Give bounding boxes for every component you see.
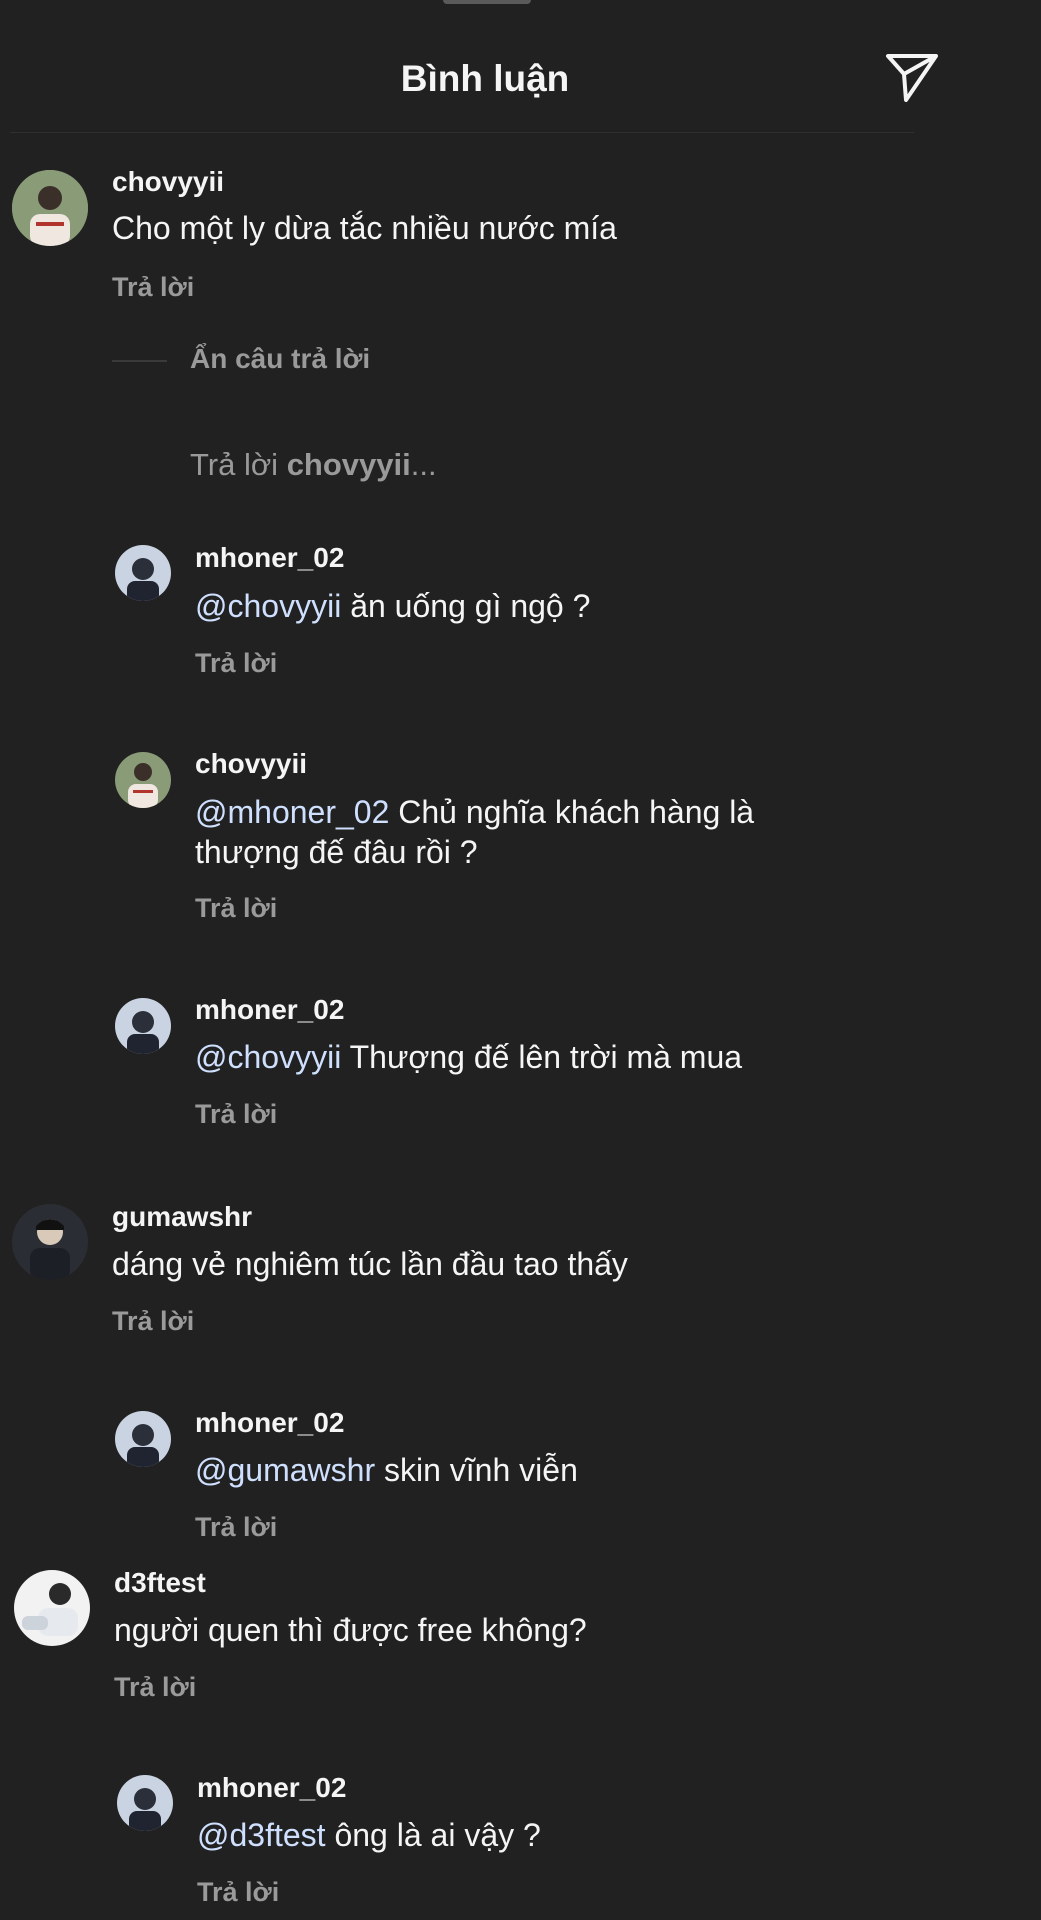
reply-button[interactable]: Trả lời xyxy=(195,648,277,679)
reply-compose-user: chovyyii xyxy=(286,447,411,482)
mention-link[interactable]: @d3ftest xyxy=(197,1817,326,1853)
comment-username[interactable]: mhoner_02 xyxy=(195,994,344,1026)
comment-body: Chủ nghĩa khách hàng là xyxy=(389,794,755,830)
comment-username[interactable]: mhoner_02 xyxy=(197,1772,346,1804)
comments-header: Bình luận xyxy=(0,0,1041,134)
comment-body: skin vĩnh viễn xyxy=(375,1452,578,1488)
comment-text: người quen thì được free không? xyxy=(114,1612,587,1648)
comment-body: ăn uống gì ngộ ? xyxy=(341,588,591,624)
hide-replies-line xyxy=(112,360,167,362)
comment-body: Thượng đế lên trời mà mua xyxy=(341,1039,743,1075)
comment-text: @chovyyii Thượng đế lên trời mà mua xyxy=(195,1037,742,1077)
comment-username[interactable]: mhoner_02 xyxy=(195,542,344,574)
reply-button[interactable]: Trả lời xyxy=(195,1099,277,1130)
reply-compose-prefix: Trả lời xyxy=(190,447,287,482)
comment-text: @d3ftest ông là ai vậy ? xyxy=(197,1815,541,1855)
comment-text-line-2: thượng đế đâu rồi ? xyxy=(195,834,478,870)
comment-text: @chovyyii ăn uống gì ngộ ? xyxy=(195,586,590,626)
comment-text: @mhoner_02 Chủ nghĩa khách hàng là xyxy=(195,792,754,832)
send-icon[interactable] xyxy=(884,52,940,104)
avatar[interactable] xyxy=(12,1204,88,1280)
avatar[interactable] xyxy=(14,1570,90,1646)
reply-button[interactable]: Trả lời xyxy=(112,1306,194,1337)
avatar[interactable] xyxy=(115,998,171,1054)
comment-username[interactable]: chovyyii xyxy=(112,166,224,198)
reply-compose-suffix: ... xyxy=(410,447,437,482)
comment-username[interactable]: gumawshr xyxy=(112,1201,252,1233)
comment-text: dáng vẻ nghiêm túc lần đầu tao thấy xyxy=(112,1246,628,1282)
comment-username[interactable]: d3ftest xyxy=(114,1567,206,1599)
avatar[interactable] xyxy=(115,1411,171,1467)
reply-button[interactable]: Trả lời xyxy=(195,893,277,924)
reply-button[interactable]: Trả lời xyxy=(195,1512,277,1543)
comment-text: Cho một ly dừa tắc nhiều nước mía xyxy=(112,210,617,246)
reply-button[interactable]: Trả lời xyxy=(112,272,194,303)
comment-body: ông là ai vậy ? xyxy=(325,1817,541,1853)
avatar[interactable] xyxy=(117,1775,173,1831)
reply-button[interactable]: Trả lời xyxy=(114,1672,196,1703)
comment-username[interactable]: chovyyii xyxy=(195,748,307,780)
comment-username[interactable]: mhoner_02 xyxy=(195,1407,344,1439)
hide-replies-button[interactable]: Ẩn câu trả lời xyxy=(190,343,370,375)
header-divider xyxy=(10,132,914,133)
reply-compose-input[interactable]: Trả lời chovyyii... xyxy=(190,447,437,483)
mention-link[interactable]: @chovyyii xyxy=(195,1039,341,1075)
avatar[interactable] xyxy=(115,545,171,601)
mention-link[interactable]: @mhoner_02 xyxy=(195,794,389,830)
avatar[interactable] xyxy=(115,752,171,808)
comment-text: @gumawshr skin vĩnh viễn xyxy=(195,1450,578,1490)
avatar[interactable] xyxy=(12,170,88,246)
mention-link[interactable]: @chovyyii xyxy=(195,588,341,624)
page-title: Bình luận xyxy=(400,58,570,99)
mention-link[interactable]: @gumawshr xyxy=(195,1452,375,1488)
reply-button[interactable]: Trả lời xyxy=(197,1877,279,1908)
